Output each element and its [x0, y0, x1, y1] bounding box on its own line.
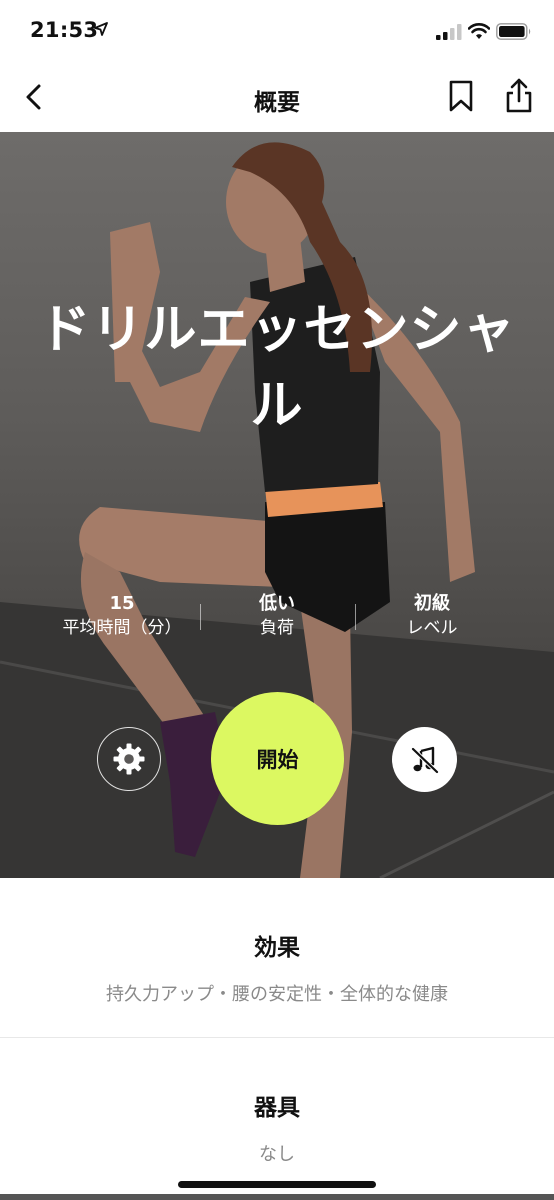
equipment-section: 器具 なし — [0, 1088, 554, 1166]
bookmark-icon — [449, 80, 473, 112]
stat-duration-value: 15 — [109, 593, 135, 614]
settings-button[interactable] — [97, 727, 161, 791]
stat-level-value: 初級 — [414, 593, 450, 614]
stat-duration-label: 平均時間（分） — [62, 618, 182, 638]
equipment-title: 器具 — [254, 1095, 300, 1121]
next-content-preview — [0, 1194, 554, 1200]
workout-title: ドリルエッセンシャル — [38, 300, 516, 436]
stat-duration: 15 平均時間（分） — [42, 592, 202, 640]
stat-intensity-label: 負荷 — [260, 618, 294, 638]
music-button[interactable] — [392, 727, 457, 792]
gear-icon — [113, 743, 145, 775]
battery-icon — [496, 23, 531, 40]
music-off-icon — [411, 746, 438, 773]
navigation-bar: 概要 — [0, 64, 554, 132]
signal-icon — [436, 24, 462, 40]
share-icon — [506, 78, 532, 113]
stat-intensity: 低い 負荷 — [197, 592, 357, 640]
benefits-section: 効果 持久力アップ・腰の安定性・全体的な健康 — [0, 928, 554, 1006]
workout-stats: 15 平均時間（分） 低い 負荷 初級 レベル — [0, 592, 554, 652]
share-button[interactable] — [503, 77, 535, 115]
status-time: 21:53 — [30, 18, 99, 42]
start-button[interactable]: 開始 — [211, 692, 344, 825]
bookmark-button[interactable] — [446, 79, 476, 113]
equipment-text: なし — [259, 1144, 295, 1165]
home-indicator[interactable] — [178, 1181, 376, 1188]
workout-hero: ドリルエッセンシャル 15 平均時間（分） 低い 負荷 初級 レベル 開始 — [0, 132, 554, 878]
section-divider — [0, 1037, 554, 1038]
stat-intensity-value: 低い — [259, 593, 295, 614]
stat-level: 初級 レベル — [352, 592, 512, 640]
location-arrow-icon — [94, 22, 108, 36]
wifi-icon — [468, 23, 490, 39]
benefits-text: 持久力アップ・腰の安定性・全体的な健康 — [106, 984, 448, 1005]
stat-level-label: レベル — [406, 618, 458, 638]
status-bar: 21:53 — [0, 0, 554, 64]
benefits-title: 効果 — [254, 935, 300, 961]
